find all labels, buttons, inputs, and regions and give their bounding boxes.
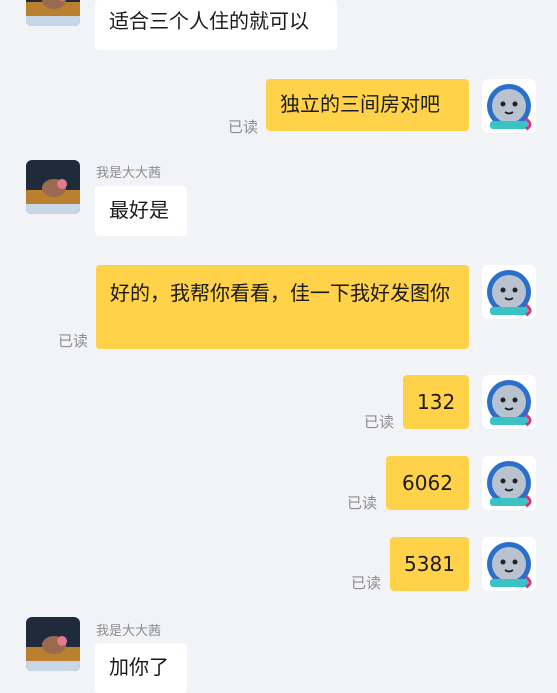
message-bubble[interactable]: 最好是 [95, 186, 187, 236]
message-bubble[interactable]: 好的，我帮你看看，佳一下我好发图你 [96, 265, 469, 349]
message-text: 6062 [402, 471, 453, 495]
read-status: 已读 [364, 413, 395, 431]
message-text: 加你了 [109, 655, 169, 679]
sender-name: 我是大大茜 [96, 624, 162, 639]
message-text: 132 [417, 390, 456, 414]
message-bubble[interactable]: 适合三个人住的就可以 [95, 0, 337, 50]
read-status: 已读 [58, 332, 89, 350]
contact-avatar-icon[interactable] [26, 617, 80, 671]
self-avatar-icon[interactable] [482, 375, 536, 429]
message-text: 独立的三间房对吧 [280, 92, 440, 116]
read-status: 已读 [228, 118, 259, 136]
self-avatar-icon[interactable] [482, 456, 536, 510]
self-avatar-icon[interactable] [482, 79, 536, 133]
message-bubble[interactable]: 132 [403, 375, 469, 429]
sender-name: 我是大大茜 [96, 166, 162, 181]
read-status: 已读 [351, 574, 382, 592]
message-text: 最好是 [109, 198, 169, 222]
message-bubble[interactable]: 6062 [386, 456, 469, 510]
self-avatar-icon[interactable] [482, 537, 536, 591]
message-text: 适合三个人住的就可以 [109, 9, 309, 33]
message-bubble[interactable]: 独立的三间房对吧 [266, 79, 469, 131]
message-bubble[interactable]: 5381 [390, 537, 469, 591]
read-status: 已读 [347, 494, 378, 512]
contact-avatar-icon[interactable] [26, 0, 80, 26]
message-text: 好的，我帮你看看，佳一下我好发图你 [110, 281, 450, 305]
contact-avatar-icon[interactable] [26, 160, 80, 214]
message-text: 5381 [404, 552, 455, 576]
self-avatar-icon[interactable] [482, 265, 536, 319]
